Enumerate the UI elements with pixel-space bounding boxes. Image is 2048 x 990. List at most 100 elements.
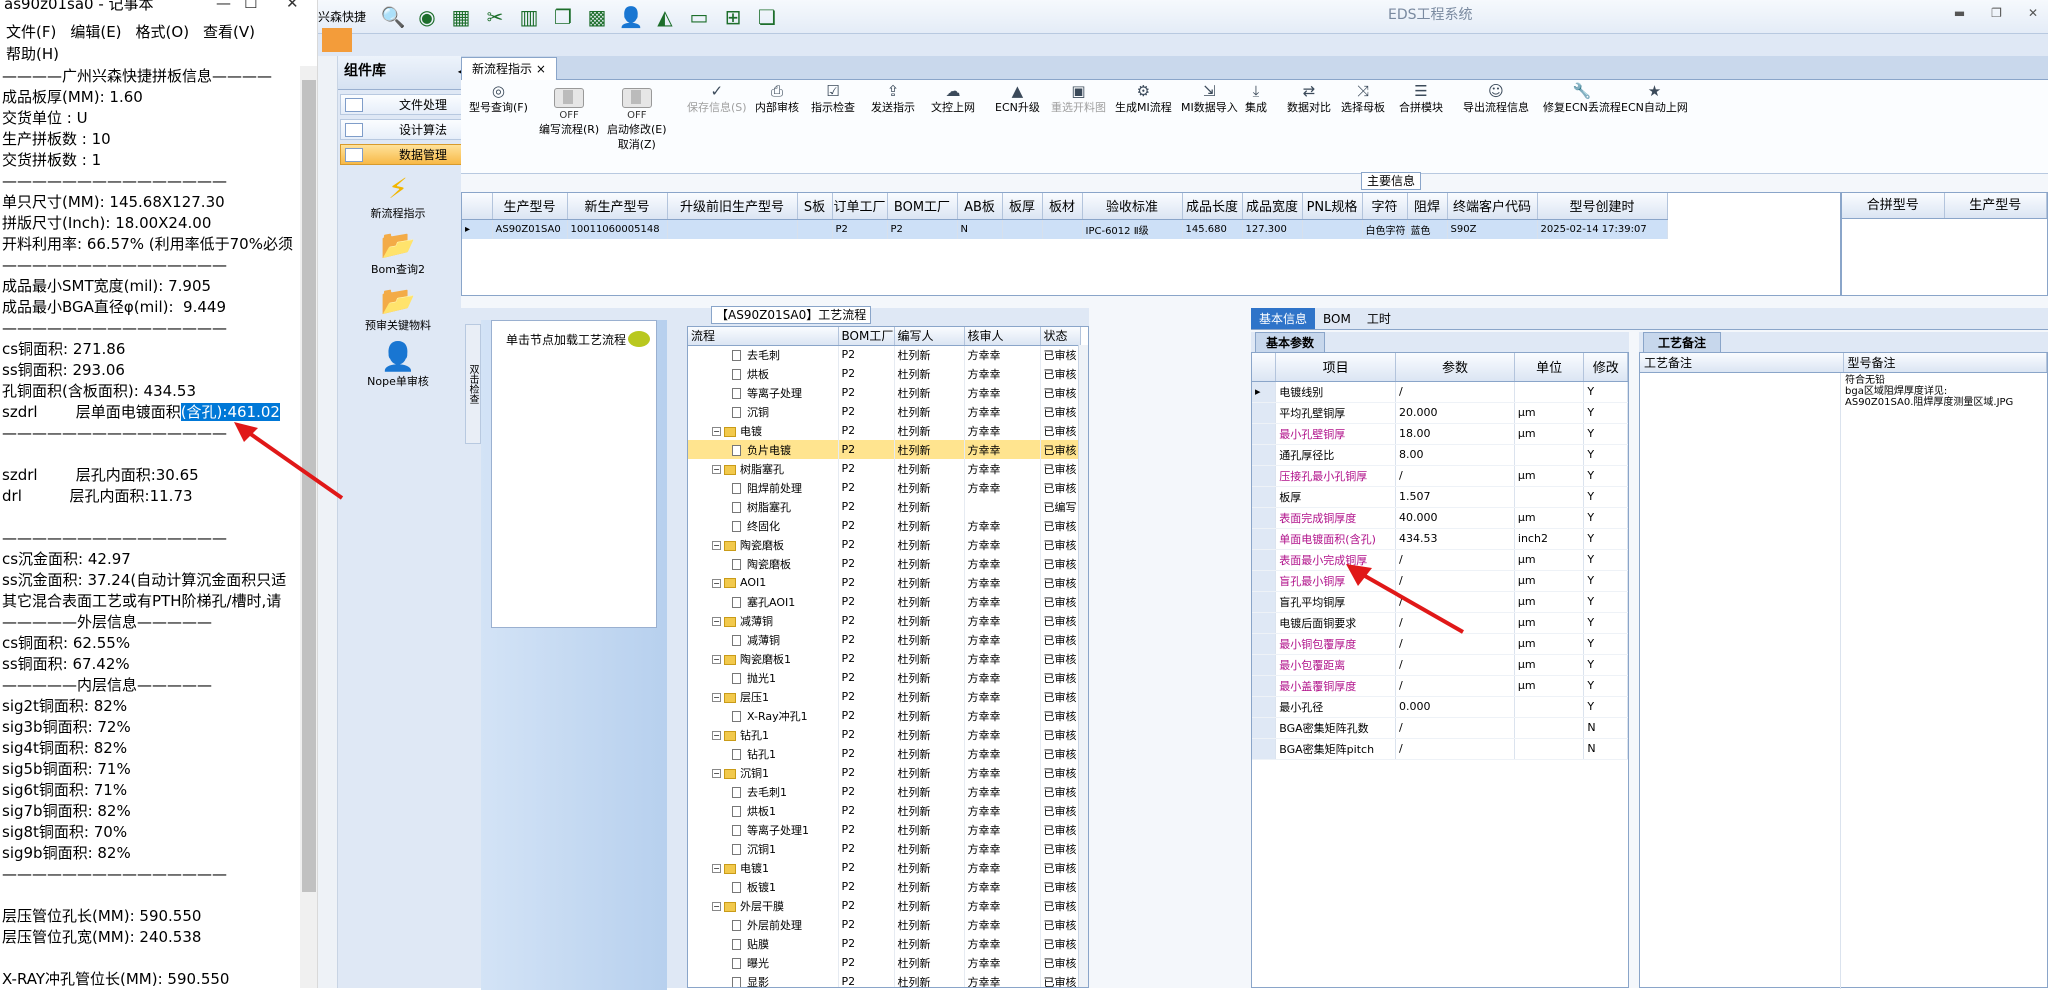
col-header[interactable]: 成品长度 bbox=[1182, 193, 1243, 220]
grid-cell[interactable]: N bbox=[957, 219, 1003, 239]
col-header[interactable]: 生产型号 bbox=[492, 193, 568, 220]
col-header[interactable]: 单位 bbox=[1514, 353, 1585, 382]
param-value[interactable]: 18.00 bbox=[1395, 423, 1515, 445]
col-header[interactable]: 订单工厂 bbox=[832, 193, 888, 220]
params-grid[interactable]: 项目 参数 单位 修改 ▸ 电镀线别 / Y 平均孔壁铜厚 20.000 μm Y 最小孔壁铜厚 18.… bbox=[1251, 352, 1629, 988]
param-value[interactable]: / bbox=[1395, 738, 1515, 760]
tree-row[interactable]: − 陶瓷磨板1 P2 杜列新 方幸幸 已审核 bbox=[688, 649, 1081, 668]
collapse-icon[interactable]: − bbox=[712, 578, 721, 588]
tool-precheck[interactable]: 📂 预审关键物料 bbox=[338, 285, 458, 333]
toolbar-button[interactable]: ☰ 合拼模块 bbox=[1399, 84, 1443, 115]
tree-node[interactable]: 等离子处理 bbox=[688, 383, 839, 402]
tree-node[interactable]: 终固化 bbox=[688, 516, 839, 535]
tree-scrollbar[interactable] bbox=[1078, 345, 1088, 987]
col-header[interactable]: 升级前旧生产型号 bbox=[667, 193, 798, 220]
toolbar-button[interactable]: ✓ 保存信息(S) bbox=[687, 84, 747, 115]
master-data-row[interactable]: ▸ AS90Z01SA0 10011060005148 P2 P2 N IPC-6012 Ⅱ… bbox=[462, 219, 1668, 239]
param-row[interactable]: 平均孔壁铜厚 20.000 μm Y bbox=[1252, 402, 1628, 424]
minimize-icon[interactable]: — bbox=[216, 0, 231, 11]
toolbar-button[interactable]: ▣ 重选开料图 bbox=[1051, 84, 1106, 115]
app-restore-icon[interactable]: ❐ bbox=[1991, 6, 2002, 20]
scrollbar-thumb[interactable] bbox=[302, 80, 316, 892]
param-row[interactable]: 压接孔最小孔铜厚 / μm Y bbox=[1252, 465, 1628, 487]
tree-node[interactable]: 树脂塞孔 bbox=[688, 497, 839, 516]
sidebar-item-data[interactable]: 数据管理 bbox=[340, 144, 478, 165]
toolbar-button[interactable]: ⎙ 内部审核 bbox=[755, 84, 799, 115]
remark-grid[interactable]: 工艺备注 型号备注 符合无铅 bga区域阻焊厚度详见: AS90Z01SA0.阻焊厚… bbox=[1639, 352, 2048, 989]
param-value[interactable]: / bbox=[1395, 549, 1515, 571]
toolbar-button[interactable]: ★ ECN自动上网 bbox=[1621, 84, 1688, 115]
menu-help[interactable]: 帮助(H) bbox=[6, 43, 59, 65]
tree-node[interactable]: 外层前处理 bbox=[688, 915, 839, 934]
col-header[interactable]: 编写人 bbox=[894, 327, 965, 346]
menu-edit[interactable]: 编辑(E) bbox=[70, 21, 121, 43]
process-loader[interactable]: 单击节点加载工艺流程 bbox=[491, 320, 657, 628]
param-value[interactable]: 40.000 bbox=[1395, 507, 1515, 529]
grid-cell[interactable]: 127.300 bbox=[1242, 219, 1303, 239]
toolbar-button[interactable]: ☁ 文控上网 bbox=[931, 84, 975, 115]
tree-row[interactable]: 陶瓷磨板 P2 杜列新 方幸幸 已审核 bbox=[688, 554, 1081, 573]
param-row[interactable]: 单面电镀面积(含孔) 434.53 inch2 Y bbox=[1252, 528, 1628, 550]
toolbar-button[interactable]: ⤓ 集成 bbox=[1245, 84, 1267, 115]
col-header[interactable]: 验收标准 bbox=[1082, 193, 1183, 220]
tree-node[interactable]: 烘板 bbox=[688, 364, 839, 383]
col-header[interactable]: 板厚 bbox=[1002, 193, 1043, 220]
tree-row[interactable]: − 沉铜1 P2 杜列新 方幸幸 已审核 bbox=[688, 763, 1081, 782]
copy-icon[interactable]: ❐ bbox=[548, 4, 578, 30]
param-value[interactable]: 8.00 bbox=[1395, 444, 1515, 466]
param-value[interactable]: / bbox=[1395, 591, 1515, 613]
tree-node[interactable]: − 陶瓷磨板 bbox=[688, 535, 839, 554]
tree-node[interactable]: 负片电镀 bbox=[688, 440, 839, 459]
menu-file[interactable]: 文件(F) bbox=[6, 21, 56, 43]
tree-node[interactable]: − 陶瓷磨板1 bbox=[688, 649, 839, 668]
param-row[interactable]: 最小盖覆铜厚度 / μm Y bbox=[1252, 675, 1628, 697]
toolbar-button[interactable]: OFF 启动修改(E) 取消(Z) bbox=[607, 84, 667, 152]
toolbar-button[interactable]: ⇪ 发送指示 bbox=[871, 84, 915, 115]
param-row[interactable]: 表面最小完成铜厚 / μm Y bbox=[1252, 549, 1628, 571]
grid-cell[interactable]: AS90Z01SA0 bbox=[492, 219, 568, 239]
col-header[interactable]: 成品宽度 bbox=[1242, 193, 1303, 220]
tree-row[interactable]: − AOI1 P2 杜列新 方幸幸 已审核 bbox=[688, 573, 1081, 592]
param-value[interactable]: / bbox=[1395, 633, 1515, 655]
grid-cell[interactable] bbox=[1302, 219, 1363, 239]
toolbar-button[interactable]: ◎ 型号查询(F) bbox=[469, 84, 528, 115]
tool-nope-review[interactable]: 👤 Nope单审核 bbox=[338, 341, 458, 389]
toolbar-button[interactable]: ▲ ECN升级 bbox=[995, 84, 1040, 115]
col-header[interactable]: 阻焊 bbox=[1407, 193, 1448, 220]
grid-cell[interactable]: IPC-6012 Ⅱ级 bbox=[1082, 219, 1183, 239]
param-value[interactable]: 1.507 bbox=[1395, 486, 1515, 508]
tree-node[interactable]: − 层压1 bbox=[688, 687, 839, 706]
grid-cell[interactable] bbox=[797, 219, 833, 239]
menu-view[interactable]: 查看(V) bbox=[203, 21, 255, 43]
col-header[interactable]: 型号创建时 bbox=[1537, 193, 1668, 220]
col-header[interactable]: 核审人 bbox=[964, 327, 1041, 346]
tree-row[interactable]: 沉铜1 P2 杜列新 方幸幸 已审核 bbox=[688, 839, 1081, 858]
tree-node[interactable]: 曝光 bbox=[688, 953, 839, 972]
col-header[interactable]: 状态 bbox=[1040, 327, 1081, 346]
col-header[interactable]: 参数 bbox=[1395, 353, 1515, 382]
menu-format[interactable]: 格式(O) bbox=[136, 21, 190, 43]
grid-cell[interactable]: P2 bbox=[887, 219, 958, 239]
col-header[interactable]: BOM工厂 bbox=[838, 327, 895, 346]
tree-node[interactable]: − AOI1 bbox=[688, 573, 839, 592]
merge-grid[interactable]: 合拼型号 生产型号 bbox=[1841, 192, 2048, 296]
tree-node[interactable]: 钻孔1 bbox=[688, 744, 839, 763]
tree-node[interactable]: − 外层干膜 bbox=[688, 896, 839, 915]
tree-row[interactable]: 等离子处理1 P2 杜列新 方幸幸 已审核 bbox=[688, 820, 1081, 839]
param-value[interactable]: / bbox=[1395, 654, 1515, 676]
process-tree[interactable]: 流程 BOM工厂 编写人 核审人 状态 去毛刺 P2 杜列新 方幸幸 已审核 烘板 P2 杜列新 方幸幸… bbox=[687, 326, 1089, 988]
col-header[interactable]: 终端客户代码 bbox=[1447, 193, 1538, 220]
tree-row[interactable]: 显影 P2 杜列新 方幸幸 已审核 bbox=[688, 972, 1081, 987]
tree-node[interactable]: − 电镀1 bbox=[688, 858, 839, 877]
tree-row[interactable]: 去毛刺 P2 杜列新 方幸幸 已审核 bbox=[688, 345, 1081, 364]
tree-row[interactable]: 去毛刺1 P2 杜列新 方幸幸 已审核 bbox=[688, 782, 1081, 801]
windows-icon[interactable]: ⊞ bbox=[718, 4, 748, 30]
tree-row[interactable]: − 钻孔1 P2 杜列新 方幸幸 已审核 bbox=[688, 725, 1081, 744]
param-value[interactable]: / bbox=[1395, 465, 1515, 487]
col-header[interactable]: 项目 bbox=[1275, 353, 1396, 382]
tree-row[interactable]: 沉铜 P2 杜列新 方幸幸 已审核 bbox=[688, 402, 1081, 421]
tree-row[interactable]: 终固化 P2 杜列新 方幸幸 已审核 bbox=[688, 516, 1081, 535]
collapse-icon[interactable]: − bbox=[712, 617, 721, 626]
model-remark[interactable]: 符合无铅 bga区域阻焊厚度详见: AS90Z01SA0.阻焊厚度测量区域.JPG bbox=[1840, 373, 2048, 989]
tree-node[interactable]: 烘板1 bbox=[688, 801, 839, 820]
